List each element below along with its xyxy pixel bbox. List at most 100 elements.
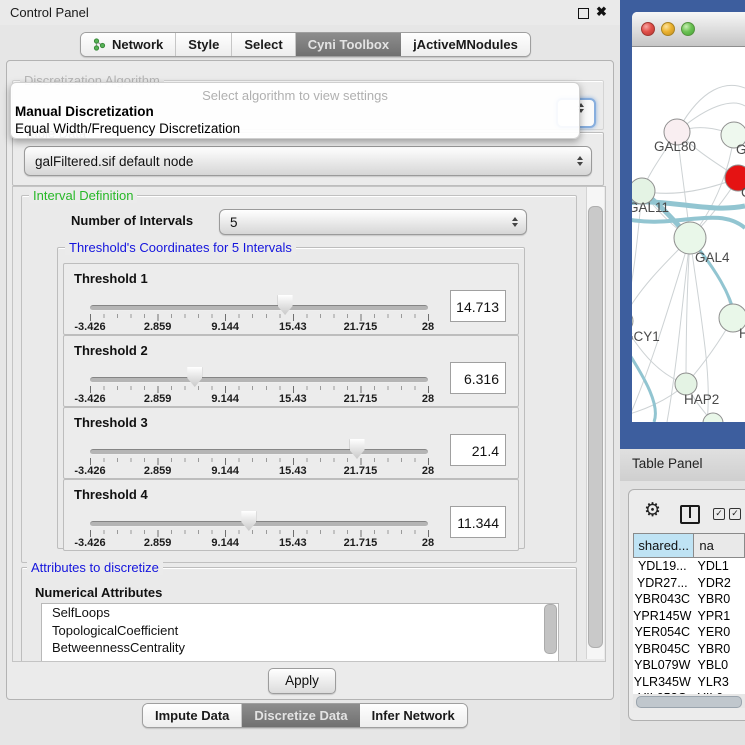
close-traffic-light-icon[interactable] bbox=[641, 22, 655, 36]
dropdown-option-manual-discretization[interactable]: Manual Discretization bbox=[15, 104, 154, 119]
network-node-label: H bbox=[739, 326, 745, 341]
tab-jactivemnodules[interactable]: jActiveMNodules bbox=[401, 33, 530, 56]
table-row[interactable]: YDL19...YDL1 bbox=[633, 558, 745, 575]
network-icon bbox=[93, 38, 106, 51]
thresholds-group-label: Threshold's Coordinates for 5 Intervals bbox=[65, 240, 296, 255]
threshold-1-value-field[interactable]: 14.713 bbox=[450, 290, 506, 322]
tick-label: -3.426 bbox=[74, 537, 105, 549]
tick-label: 2.859 bbox=[144, 393, 172, 405]
tick-label: 2.859 bbox=[144, 321, 172, 333]
tab-discretize-data-label: Discretize Data bbox=[254, 708, 347, 723]
network-svg[interactable]: GAL80GACGAL11GAL4GCY1HHAP2 bbox=[632, 46, 745, 422]
node-table: shared... na YDL19...YDL1YDR27...YDR2YBR… bbox=[633, 533, 745, 694]
tick-label: 28 bbox=[422, 393, 434, 405]
attribute-list-item[interactable]: TopologicalCoefficient bbox=[42, 622, 558, 640]
gear-icon[interactable]: ⚙ bbox=[644, 499, 661, 521]
threshold-2-box: Threshold 2 -3.4262.8599.14415.4321.7152… bbox=[63, 335, 519, 407]
table-horizontal-scrollbar-thumb[interactable] bbox=[636, 696, 742, 708]
table-cell: YPR145W bbox=[633, 609, 692, 623]
attribute-list-item[interactable]: SelfLoops bbox=[42, 604, 558, 622]
threshold-2-label: Threshold 2 bbox=[74, 343, 148, 358]
close-icon[interactable]: ✖ bbox=[596, 4, 607, 20]
network-window-titlebar[interactable] bbox=[632, 12, 745, 47]
checkbox-icon[interactable]: ✓ bbox=[713, 508, 725, 520]
table-cell: YER0 bbox=[692, 625, 745, 639]
table-cell: YPR1 bbox=[692, 609, 745, 623]
table-row[interactable]: YER054CYER0 bbox=[633, 624, 745, 641]
tab-impute-data-label: Impute Data bbox=[155, 708, 229, 723]
apply-button[interactable]: Apply bbox=[268, 668, 336, 694]
column-header-shared[interactable]: shared... bbox=[633, 533, 694, 558]
tick-label: 9.144 bbox=[211, 393, 239, 405]
node-table-header: shared... na bbox=[633, 533, 745, 558]
threshold-3-box: Threshold 3 -3.4262.8599.14415.4321.7152… bbox=[63, 407, 519, 479]
threshold-4-slider-track[interactable] bbox=[90, 521, 428, 527]
network-node-label: GCY1 bbox=[632, 329, 660, 344]
tab-jactivemnodules-label: jActiveMNodules bbox=[413, 37, 518, 52]
table-cell: YBL0 bbox=[692, 658, 745, 672]
table-row[interactable]: YBL079WYBL0 bbox=[633, 657, 745, 674]
threshold-2-value-field[interactable]: 6.316 bbox=[450, 362, 506, 394]
tick-label: 2.859 bbox=[144, 537, 172, 549]
network-edge bbox=[686, 238, 690, 384]
tab-network[interactable]: Network bbox=[81, 33, 176, 56]
table-data-combo[interactable]: galFiltered.sif default node bbox=[24, 146, 592, 176]
table-row[interactable]: YPR145WYPR1 bbox=[633, 608, 745, 625]
table-row[interactable]: YBR043CYBR0 bbox=[633, 591, 745, 608]
threshold-1-slider-thumb[interactable] bbox=[278, 295, 293, 315]
control-panel-titlebar: Control Panel ✖ bbox=[0, 0, 620, 25]
table-cell: YBR045C bbox=[633, 642, 692, 656]
network-node-label: GA bbox=[736, 142, 745, 157]
table-cell: YDL19... bbox=[633, 559, 692, 573]
tab-network-label: Network bbox=[112, 37, 163, 52]
minimize-traffic-light-icon[interactable] bbox=[661, 22, 675, 36]
algorithm-dropdown: Select algorithm to view settings Manual… bbox=[10, 82, 580, 139]
threshold-3-slider-track[interactable] bbox=[90, 449, 428, 455]
tab-discretize-data[interactable]: Discretize Data bbox=[242, 704, 359, 727]
settings-scrollpane: Interval Definition Number of Intervals … bbox=[12, 186, 606, 662]
table-row[interactable]: YDR27...YDR2 bbox=[633, 575, 745, 592]
tab-select[interactable]: Select bbox=[232, 33, 295, 56]
threshold-4-value-field[interactable]: 11.344 bbox=[450, 506, 506, 538]
checkbox-icon[interactable]: ✓ bbox=[729, 508, 741, 520]
tab-impute-data[interactable]: Impute Data bbox=[143, 704, 242, 727]
tick-label: 21.715 bbox=[344, 465, 378, 477]
threshold-1-slider-track[interactable] bbox=[90, 305, 428, 311]
attributes-list-scrollbar[interactable] bbox=[544, 604, 557, 654]
split-table-icon[interactable] bbox=[680, 505, 700, 524]
threshold-2-slider-track[interactable] bbox=[90, 377, 428, 383]
tab-infer-network[interactable]: Infer Network bbox=[360, 704, 467, 727]
attributes-group-label: Attributes to discretize bbox=[27, 560, 163, 575]
control-panel-tabbar: Network Style Select Cyni Toolbox jActiv… bbox=[80, 32, 531, 57]
table-data-combo-value: galFiltered.sif default node bbox=[35, 154, 193, 169]
tab-style-label: Style bbox=[188, 37, 219, 52]
threshold-3-slider-thumb[interactable] bbox=[350, 439, 365, 459]
number-of-intervals-spinner[interactable]: 5 bbox=[219, 209, 527, 235]
network-window: GAL80GACGAL11GAL4GCY1HHAP2 bbox=[632, 12, 745, 422]
combo-arrows-icon bbox=[577, 156, 583, 166]
float-window-icon[interactable] bbox=[578, 8, 589, 19]
tick-label: 15.43 bbox=[279, 393, 307, 405]
zoom-traffic-light-icon[interactable] bbox=[681, 22, 695, 36]
numerical-attributes-title: Numerical Attributes bbox=[35, 585, 162, 600]
tab-infer-network-label: Infer Network bbox=[372, 708, 455, 723]
tab-cyni-toolbox[interactable]: Cyni Toolbox bbox=[296, 33, 401, 56]
table-row[interactable]: YBR045CYBR0 bbox=[633, 641, 745, 658]
column-header-name[interactable]: na bbox=[694, 533, 745, 558]
dropdown-prompt: Select algorithm to view settings bbox=[11, 88, 579, 103]
table-cell: YLR3 bbox=[692, 675, 745, 689]
threshold-2-slider-thumb[interactable] bbox=[187, 367, 202, 387]
table-cell: YLR345W bbox=[633, 675, 692, 689]
network-node-label: HAP2 bbox=[684, 392, 719, 407]
table-row[interactable]: YLR345WYLR3 bbox=[633, 674, 745, 691]
threshold-3-value-field[interactable]: 21.4 bbox=[450, 434, 506, 466]
tab-select-label: Select bbox=[244, 37, 282, 52]
threshold-4-slider-thumb[interactable] bbox=[241, 511, 256, 531]
settings-scrollbar-thumb[interactable] bbox=[588, 206, 603, 648]
number-of-intervals-label: Number of Intervals bbox=[71, 213, 193, 228]
numerical-attributes-list: SelfLoopsTopologicalCoefficientBetweenne… bbox=[41, 603, 559, 662]
tab-style[interactable]: Style bbox=[176, 33, 232, 56]
dropdown-option-equal-width-frequency[interactable]: Equal Width/Frequency Discretization bbox=[15, 121, 240, 136]
attribute-list-item[interactable]: BetweennessCentrality bbox=[42, 639, 558, 657]
table-cell: YBR043C bbox=[633, 592, 692, 606]
